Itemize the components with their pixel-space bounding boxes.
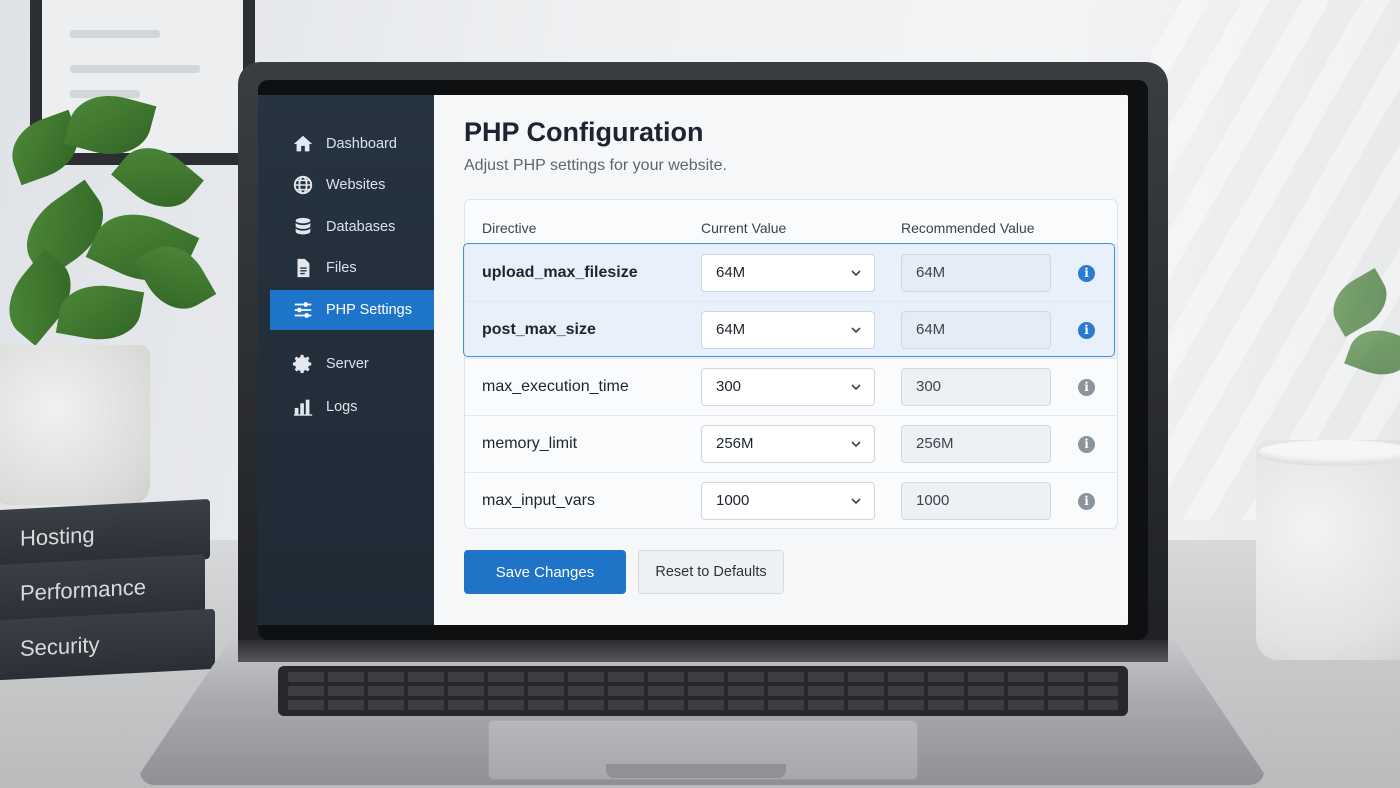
info-icon[interactable]: i bbox=[1078, 493, 1095, 510]
info-icon[interactable]: i bbox=[1078, 379, 1095, 396]
sidebar-item-label: Databases bbox=[326, 219, 396, 235]
save-changes-button[interactable]: Save Changes bbox=[464, 550, 626, 594]
table-row: memory_limit 256M 256M i bbox=[465, 415, 1117, 473]
gear-icon bbox=[292, 353, 314, 375]
sidebar-item-websites[interactable]: Websites bbox=[270, 165, 434, 205]
recommended-value: 300 bbox=[901, 368, 1051, 406]
current-value: 1000 bbox=[716, 492, 750, 509]
info-icon[interactable]: i bbox=[1078, 265, 1095, 282]
chevron-down-icon bbox=[851, 384, 861, 391]
current-value-select[interactable]: 256M bbox=[701, 425, 875, 463]
sidebar-item-php-settings[interactable]: PHP Settings bbox=[270, 290, 440, 330]
directive-name: upload_max_filesize bbox=[482, 264, 638, 281]
php-settings-table: Directive Current Value Recommended Valu… bbox=[463, 199, 1118, 530]
sidebar-item-label: Websites bbox=[326, 177, 386, 193]
sidebar-item-label: PHP Settings bbox=[326, 302, 412, 318]
table-row: post_max_size 64M 64M i bbox=[465, 301, 1117, 359]
current-value: 256M bbox=[716, 435, 754, 452]
reset-to-defaults-button[interactable]: Reset to Defaults bbox=[638, 550, 784, 594]
globe-icon bbox=[292, 174, 314, 196]
table-row: upload_max_filesize 64M 64M i bbox=[465, 244, 1117, 302]
sidebar-item-files[interactable]: Files bbox=[270, 248, 434, 288]
laptop-notch bbox=[606, 764, 786, 778]
sidebar-item-server[interactable]: Server bbox=[270, 344, 434, 384]
current-value-select[interactable]: 64M bbox=[701, 311, 875, 349]
recommended-value: 64M bbox=[901, 311, 1051, 349]
sidebar-item-label: Logs bbox=[326, 399, 358, 415]
main-content: PHP Configuration Adjust PHP settings fo… bbox=[434, 95, 1128, 625]
coffee-mug bbox=[1256, 440, 1400, 660]
chevron-down-icon bbox=[851, 498, 861, 505]
column-header-current-value: Current Value bbox=[701, 220, 787, 236]
laptop-hinge bbox=[238, 640, 1168, 662]
plant-pot bbox=[0, 345, 150, 505]
book-spine: Security bbox=[0, 608, 215, 682]
page-subtitle: Adjust PHP settings for your website. bbox=[464, 157, 727, 174]
column-header-recommended-value: Recommended Value bbox=[901, 220, 1035, 236]
current-value: 300 bbox=[716, 378, 742, 395]
laptop-keyboard bbox=[278, 666, 1128, 716]
info-icon[interactable]: i bbox=[1078, 436, 1095, 453]
recommended-value: 64M bbox=[901, 254, 1051, 292]
sidebar: Dashboard Websites Databases Files PHP S… bbox=[258, 95, 440, 625]
chevron-down-icon bbox=[851, 327, 861, 334]
right-plant bbox=[1320, 220, 1400, 450]
recommended-value: 256M bbox=[901, 425, 1051, 463]
sidebar-item-dashboard[interactable]: Dashboard bbox=[270, 124, 434, 164]
sidebar-item-databases[interactable]: Databases bbox=[270, 207, 434, 247]
table-row: max_input_vars 1000 1000 i bbox=[465, 472, 1117, 530]
directive-name: max_execution_time bbox=[482, 378, 629, 395]
current-value: 64M bbox=[716, 321, 746, 338]
file-icon bbox=[292, 257, 314, 279]
sliders-icon bbox=[292, 299, 314, 321]
home-icon bbox=[292, 133, 314, 155]
sidebar-item-label: Files bbox=[326, 260, 357, 276]
app-screen: Dashboard Websites Databases Files PHP S… bbox=[258, 95, 1128, 625]
chevron-down-icon bbox=[851, 270, 861, 277]
sidebar-item-label: Dashboard bbox=[326, 136, 397, 152]
directive-name: memory_limit bbox=[482, 435, 578, 452]
info-icon[interactable]: i bbox=[1078, 322, 1095, 339]
column-header-directive: Directive bbox=[482, 220, 537, 236]
database-icon bbox=[292, 216, 314, 238]
recommended-value: 1000 bbox=[901, 482, 1051, 520]
bar-chart-icon bbox=[292, 396, 314, 418]
directive-name: max_input_vars bbox=[482, 492, 595, 509]
current-value: 64M bbox=[716, 264, 746, 281]
chevron-down-icon bbox=[851, 441, 861, 448]
sidebar-item-label: Server bbox=[326, 356, 369, 372]
table-row: max_execution_time 300 300 i bbox=[465, 358, 1117, 416]
current-value-select[interactable]: 300 bbox=[701, 368, 875, 406]
current-value-select[interactable]: 1000 bbox=[701, 482, 875, 520]
directive-name: post_max_size bbox=[482, 321, 596, 338]
sidebar-item-logs[interactable]: Logs bbox=[270, 387, 434, 427]
page-title: PHP Configuration bbox=[464, 117, 704, 147]
current-value-select[interactable]: 64M bbox=[701, 254, 875, 292]
